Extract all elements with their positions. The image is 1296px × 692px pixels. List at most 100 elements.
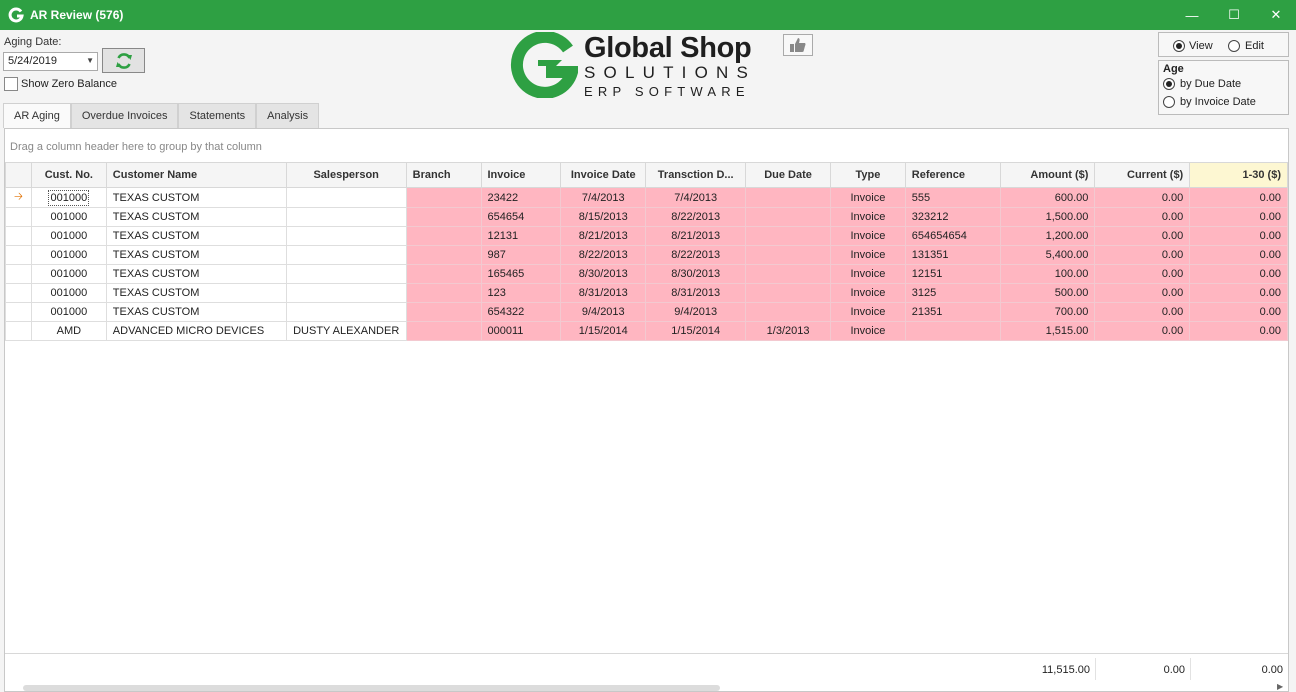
cell-1-30[interactable]: 0.00	[1189, 321, 1288, 341]
cell-type[interactable]: Invoice	[829, 321, 906, 341]
cell-customer-name[interactable]: TEXAS CUSTOM	[105, 264, 287, 284]
cell-salesperson[interactable]	[285, 283, 407, 303]
cell-1-30[interactable]: 0.00	[1189, 187, 1288, 208]
cell-due-date[interactable]	[745, 226, 831, 246]
cell-amount[interactable]: 700.00	[999, 302, 1096, 322]
chevron-down-icon[interactable]: ▼	[86, 56, 94, 65]
cell-transaction-date[interactable]: 8/31/2013	[645, 283, 747, 303]
cell-current[interactable]: 0.00	[1094, 245, 1191, 265]
table-row[interactable]: 001000 TEXAS CUSTOM 165465 8/30/2013 8/30/20…	[5, 264, 1288, 284]
cell-transaction-date[interactable]: 8/30/2013	[645, 264, 747, 284]
cell-cust-no[interactable]: 001000	[30, 245, 107, 265]
cell-due-date[interactable]	[745, 187, 831, 208]
cell-current[interactable]: 0.00	[1094, 207, 1191, 227]
cell-reference[interactable]: 21351	[904, 302, 1001, 322]
row-indicator[interactable]	[5, 302, 32, 322]
edit-radio[interactable]	[1228, 40, 1240, 52]
cell-invoice[interactable]: 654322	[480, 302, 562, 322]
tab-ar-aging[interactable]: AR Aging	[3, 103, 71, 128]
cell-reference[interactable]: 12151	[904, 264, 1001, 284]
cell-invoice-date[interactable]: 8/21/2013	[560, 226, 647, 246]
cell-customer-name[interactable]: ADVANCED MICRO DEVICES	[105, 321, 287, 341]
cell-type[interactable]: Invoice	[829, 264, 906, 284]
cell-cust-no[interactable]: AMD	[30, 321, 107, 341]
column-header-amount[interactable]: Amount ($)	[999, 162, 1096, 188]
horizontal-scrollbar[interactable]	[23, 685, 720, 691]
cell-current[interactable]: 0.00	[1094, 302, 1191, 322]
cell-due-date[interactable]	[745, 207, 831, 227]
cell-type[interactable]: Invoice	[829, 207, 906, 227]
cell-due-date[interactable]	[745, 264, 831, 284]
cell-cust-no[interactable]: 001000	[30, 207, 107, 227]
cell-reference[interactable]: 323212	[904, 207, 1001, 227]
cell-branch[interactable]	[405, 245, 482, 265]
cell-amount[interactable]: 600.00	[999, 187, 1096, 208]
cell-due-date[interactable]	[745, 302, 831, 322]
row-indicator[interactable]	[5, 321, 32, 341]
cell-amount[interactable]: 1,500.00	[999, 207, 1096, 227]
cell-1-30[interactable]: 0.00	[1189, 207, 1288, 227]
minimize-button[interactable]: —	[1170, 0, 1214, 30]
cell-customer-name[interactable]: TEXAS CUSTOM	[105, 283, 287, 303]
cell-branch[interactable]	[405, 321, 482, 341]
column-header-current[interactable]: Current ($)	[1094, 162, 1191, 188]
cell-due-date[interactable]	[745, 245, 831, 265]
cell-branch[interactable]	[405, 226, 482, 246]
row-indicator[interactable]	[5, 264, 32, 284]
column-header-customer-name[interactable]: Customer Name	[105, 162, 287, 188]
cell-branch[interactable]	[405, 207, 482, 227]
tab-statements[interactable]: Statements	[178, 103, 257, 128]
cell-invoice[interactable]: 165465	[480, 264, 562, 284]
current-row-arrow-icon[interactable]: 🡢	[5, 187, 32, 208]
cell-invoice[interactable]: 654654	[480, 207, 562, 227]
table-row[interactable]: 001000 TEXAS CUSTOM 654322 9/4/2013 9/4/2013…	[5, 302, 1288, 322]
cell-amount[interactable]: 500.00	[999, 283, 1096, 303]
cell-salesperson[interactable]	[285, 226, 407, 246]
cell-transaction-date[interactable]: 1/15/2014	[645, 321, 747, 341]
cell-current[interactable]: 0.00	[1094, 283, 1191, 303]
column-header-invoice-date[interactable]: Invoice Date	[560, 162, 647, 188]
cell-invoice-date[interactable]: 7/4/2013	[560, 187, 647, 208]
cell-amount[interactable]: 5,400.00	[999, 245, 1096, 265]
cell-reference[interactable]	[904, 321, 1001, 341]
tab-analysis[interactable]: Analysis	[256, 103, 320, 128]
cell-current[interactable]: 0.00	[1094, 321, 1191, 341]
row-indicator[interactable]	[5, 226, 32, 246]
cell-cust-no[interactable]: 001000	[30, 302, 107, 322]
column-header-branch[interactable]: Branch	[405, 162, 482, 188]
cell-transaction-date[interactable]: 8/22/2013	[645, 207, 747, 227]
cell-branch[interactable]	[405, 302, 482, 322]
refresh-button[interactable]	[102, 48, 145, 73]
cell-1-30[interactable]: 0.00	[1189, 245, 1288, 265]
tab-overdue-invoices[interactable]: Overdue Invoices	[70, 103, 179, 128]
column-header-reference[interactable]: Reference	[904, 162, 1001, 188]
cell-due-date[interactable]: 1/3/2013	[745, 321, 831, 341]
cell-invoice-date[interactable]: 8/30/2013	[560, 264, 647, 284]
table-row[interactable]: 001000 TEXAS CUSTOM 123 8/31/2013 8/31/2013 I…	[5, 283, 1288, 303]
column-header-salesperson[interactable]: Salesperson	[285, 162, 407, 188]
table-row[interactable]: 001000 TEXAS CUSTOM 12131 8/21/2013 8/21/201…	[5, 226, 1288, 246]
aging-date-picker[interactable]: 5/24/2019 ▼	[3, 52, 98, 71]
group-by-hint[interactable]: Drag a column header here to group by th…	[10, 141, 262, 153]
scroll-right-icon[interactable]: ▶	[1277, 682, 1283, 691]
cell-cust-no[interactable]: 001000	[30, 187, 107, 208]
cell-invoice[interactable]: 23422	[480, 187, 562, 208]
table-row[interactable]: 🡢 001000 TEXAS CUSTOM 23422 7/4/2013 7/4/2013…	[5, 187, 1288, 208]
row-indicator[interactable]	[5, 283, 32, 303]
cell-1-30[interactable]: 0.00	[1189, 302, 1288, 322]
cell-reference[interactable]: 654654654	[904, 226, 1001, 246]
column-header-transaction-date[interactable]: Transction D...	[645, 162, 747, 188]
table-row[interactable]: 001000 TEXAS CUSTOM 654654 8/15/2013 8/22/20…	[5, 207, 1288, 227]
cell-transaction-date[interactable]: 8/21/2013	[645, 226, 747, 246]
column-header-invoice[interactable]: Invoice	[480, 162, 562, 188]
cell-reference[interactable]: 3125	[904, 283, 1001, 303]
row-indicator[interactable]	[5, 207, 32, 227]
show-zero-balance-checkbox[interactable]	[4, 77, 18, 91]
cell-invoice[interactable]: 000011	[480, 321, 562, 341]
cell-invoice[interactable]: 12131	[480, 226, 562, 246]
cell-salesperson[interactable]	[285, 302, 407, 322]
cell-amount[interactable]: 1,200.00	[999, 226, 1096, 246]
cell-customer-name[interactable]: TEXAS CUSTOM	[105, 245, 287, 265]
cell-amount[interactable]: 100.00	[999, 264, 1096, 284]
column-header-type[interactable]: Type	[829, 162, 906, 188]
